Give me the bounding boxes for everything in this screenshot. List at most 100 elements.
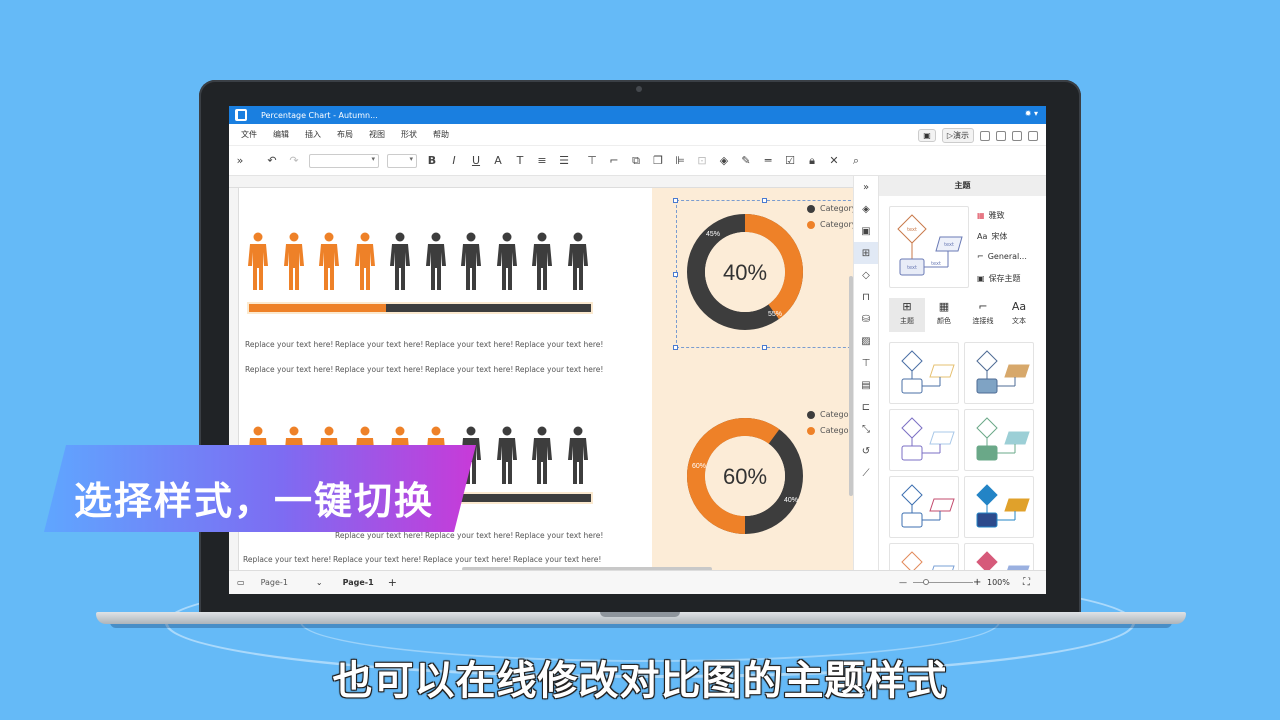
placeholder-text[interactable]: Replace your text here! [335,365,423,374]
fill-panel-icon[interactable]: ◈ [854,198,878,220]
zoom-level[interactable]: 100% [987,578,1010,587]
selection-box[interactable] [676,200,853,348]
placeholder-text[interactable]: Replace your text here! [335,531,423,540]
italic-icon[interactable]: I [445,154,463,167]
resize-handle[interactable] [673,272,678,277]
placeholder-text[interactable]: Replace your text here! [425,531,513,540]
group-icon[interactable]: ⊡ [693,154,711,167]
redo-icon[interactable]: ↷ [285,154,303,167]
placeholder-text[interactable]: Replace your text here! [515,365,603,374]
theme-thumbnail[interactable] [889,342,959,404]
format-icon[interactable]: ⊏ [854,396,878,418]
zoom-slider[interactable] [913,582,973,583]
undo-icon[interactable]: ↶ [263,154,281,167]
theme-thumbnail[interactable] [889,476,959,538]
crop-icon[interactable]: ⧉ [627,154,645,168]
share-icon[interactable] [1028,130,1038,141]
donut-chart-2[interactable]: 60% 60% 40% [679,410,811,542]
tab-theme[interactable]: ⊞ 主题 [889,298,925,332]
zoom-in-icon[interactable]: + [973,577,981,588]
image-panel-icon[interactable]: ▣ [854,220,878,242]
expand-icon[interactable]: » [231,154,249,167]
tab-page-1[interactable]: Page-1 [343,578,374,587]
line-spacing-icon[interactable]: ☰ [555,154,573,167]
pen-icon[interactable]: ✎ [737,154,755,167]
theme-thumbnail[interactable] [889,409,959,471]
edit-icon[interactable]: ☑ [781,154,799,167]
line-style-icon[interactable]: ═ [759,154,777,167]
menu-insert[interactable]: 插入 [305,129,321,140]
screen-icon[interactable]: ▣ [918,129,936,142]
history-icon[interactable]: ↺ [854,440,878,462]
text-style-icon[interactable]: T [511,154,529,167]
menu-shape[interactable]: 形状 [401,129,417,140]
placeholder-text[interactable]: Replace your text here! [335,340,423,349]
placeholder-text[interactable]: Replace your text here! [513,555,601,564]
align-shapes-icon[interactable]: ⊫ [671,154,689,167]
placeholder-text[interactable]: Replace your text here! [423,555,511,564]
theme-toggle-icon[interactable]: ✹ ▾ [1025,109,1038,118]
page-icon[interactable]: ▤ [854,374,878,396]
menu-file[interactable]: 文件 [241,129,257,140]
theme-thumbnail[interactable] [964,342,1034,404]
presentation-icon[interactable]: ⊓ [854,286,878,308]
font-family-select[interactable]: ▾ [309,153,379,168]
collapse-panel-icon[interactable]: » [854,176,878,198]
org-chart-icon[interactable]: ⊤ [854,352,878,374]
placeholder-text[interactable]: Replace your text here! [515,531,603,540]
connector-icon[interactable]: ⌐ [605,154,623,167]
placeholder-text[interactable]: Replace your text here! [243,555,331,564]
fill-icon[interactable]: ◈ [715,154,733,167]
chart-icon[interactable]: ⟋ [854,462,878,484]
text-box-icon[interactable]: ⊤ [583,154,601,167]
zoom-slider-thumb[interactable] [923,579,929,585]
current-theme-preview[interactable]: text text text text [889,206,969,288]
add-page-icon[interactable]: + [388,576,397,589]
tab-text[interactable]: Aa 文本 [1001,298,1037,332]
lock-icon[interactable]: 🔒︎ [803,154,821,168]
font-color-icon[interactable]: A [489,154,507,167]
menu-view[interactable]: 视图 [369,129,385,140]
app-logo-icon[interactable] [235,109,247,121]
chevron-down-icon[interactable]: ⌄ [316,578,323,587]
font-option[interactable]: Aa 宋体 [977,231,1007,242]
align-icon[interactable]: ≡ [533,154,551,167]
present-button[interactable]: ▷演示 [941,128,974,143]
tab-color[interactable]: ▦ 颜色 [926,298,962,332]
placeholder-text[interactable]: Replace your text here! [425,340,513,349]
picture-icon[interactable]: ▨ [854,330,878,352]
theme-thumbnail[interactable] [964,476,1034,538]
placeholder-text[interactable]: Replace your text here! [245,365,333,374]
theme-panel-icon[interactable]: ⊞ [854,242,878,264]
search-icon[interactable]: ⌕ [847,154,865,168]
theme-thumbnail[interactable] [964,409,1034,471]
data-icon[interactable]: ⛁ [854,308,878,330]
resize-handle[interactable] [673,345,678,350]
style-option[interactable]: ▦ 雅致 [977,210,1005,221]
save-theme-option[interactable]: ▣ 保存主题 [977,273,1021,284]
bold-icon[interactable]: B [423,154,441,167]
shrink-icon[interactable]: ⤡ [854,418,878,440]
download-icon[interactable] [996,130,1006,141]
underline-icon[interactable]: U [467,154,485,167]
save-icon[interactable] [980,130,990,141]
placeholder-text[interactable]: Replace your text here! [245,340,333,349]
resize-handle[interactable] [762,345,767,350]
tab-connector[interactable]: ⌐ 连接线 [965,298,1001,332]
copy-style-icon[interactable]: ❐ [649,154,667,167]
page-selector[interactable]: Page-1 [261,578,288,587]
print-icon[interactable] [1012,130,1022,141]
fullscreen-icon[interactable]: ⛶ [1023,577,1030,588]
tools-icon[interactable]: ✕ [825,154,843,167]
connector-option[interactable]: ⌐ General... [977,252,1027,261]
layers-icon[interactable]: ◇ [854,264,878,286]
placeholder-text[interactable]: Replace your text here! [515,340,603,349]
resize-handle[interactable] [762,198,767,203]
placeholder-text[interactable]: Replace your text here! [333,555,421,564]
resize-handle[interactable] [673,198,678,203]
font-size-select[interactable]: ▾ [387,153,417,168]
placeholder-text[interactable]: Replace your text here! [425,365,513,374]
menu-layout[interactable]: 布局 [337,129,353,140]
menu-help[interactable]: 帮助 [433,129,449,140]
menu-edit[interactable]: 编辑 [273,129,289,140]
